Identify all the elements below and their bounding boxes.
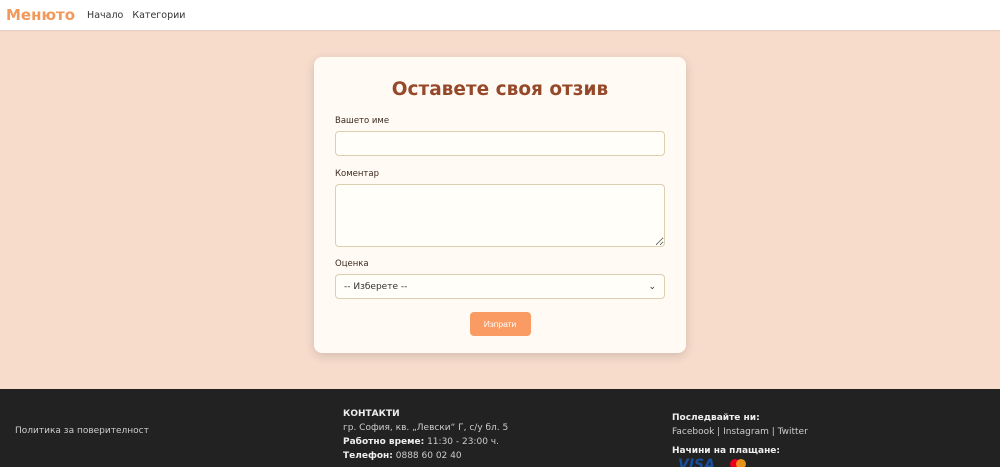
form-title: Оставете своя отзив [391,79,609,100]
mastercard-icon [729,459,746,467]
footer: Политика за поверителност КОНТАКТИ гр. С… [0,389,1000,467]
facebook-link[interactable]: Facebook [672,427,714,437]
twitter-link[interactable]: Twitter [778,427,808,437]
submit-button[interactable]: Изпрати [469,312,531,336]
phone-label: Телефон: [343,451,393,461]
name-input[interactable] [335,131,665,156]
comment-label: Коментар [335,169,379,179]
chevron-down-icon: ⌄ [648,281,656,292]
privacy-link[interactable]: Политика за поверителност [15,426,149,436]
nav-home[interactable]: Начало [87,10,123,21]
nav-categories[interactable]: Категории [132,10,185,21]
rating-selected: -- Изберете -- [344,281,408,292]
navbar: Менюто Начало Категории [0,0,1000,30]
address: гр. София, кв. „Левски“ Г, с/у бл. 5 [343,423,509,433]
rating-select[interactable]: -- Изберете -- ⌄ [335,274,665,299]
payments-title: Начини на плащане: [672,446,780,456]
hours: 11:30 - 23:00 ч. [427,437,499,447]
review-form: Оставете своя отзив Вашето име Коментар … [314,57,686,353]
rating-label: Оценка [335,259,369,269]
visa-icon: VISA [678,457,715,467]
hours-label: Работно време: [343,437,425,447]
comment-textarea[interactable] [335,184,665,247]
contacts-title: КОНТАКТИ [343,409,400,419]
brand-logo[interactable]: Менюто [6,6,75,24]
instagram-link[interactable]: Instagram [723,427,769,437]
follow-title: Последвайте ни: [672,413,760,423]
phone: 0888 60 02 40 [395,451,462,461]
name-label: Вашето име [335,116,390,126]
